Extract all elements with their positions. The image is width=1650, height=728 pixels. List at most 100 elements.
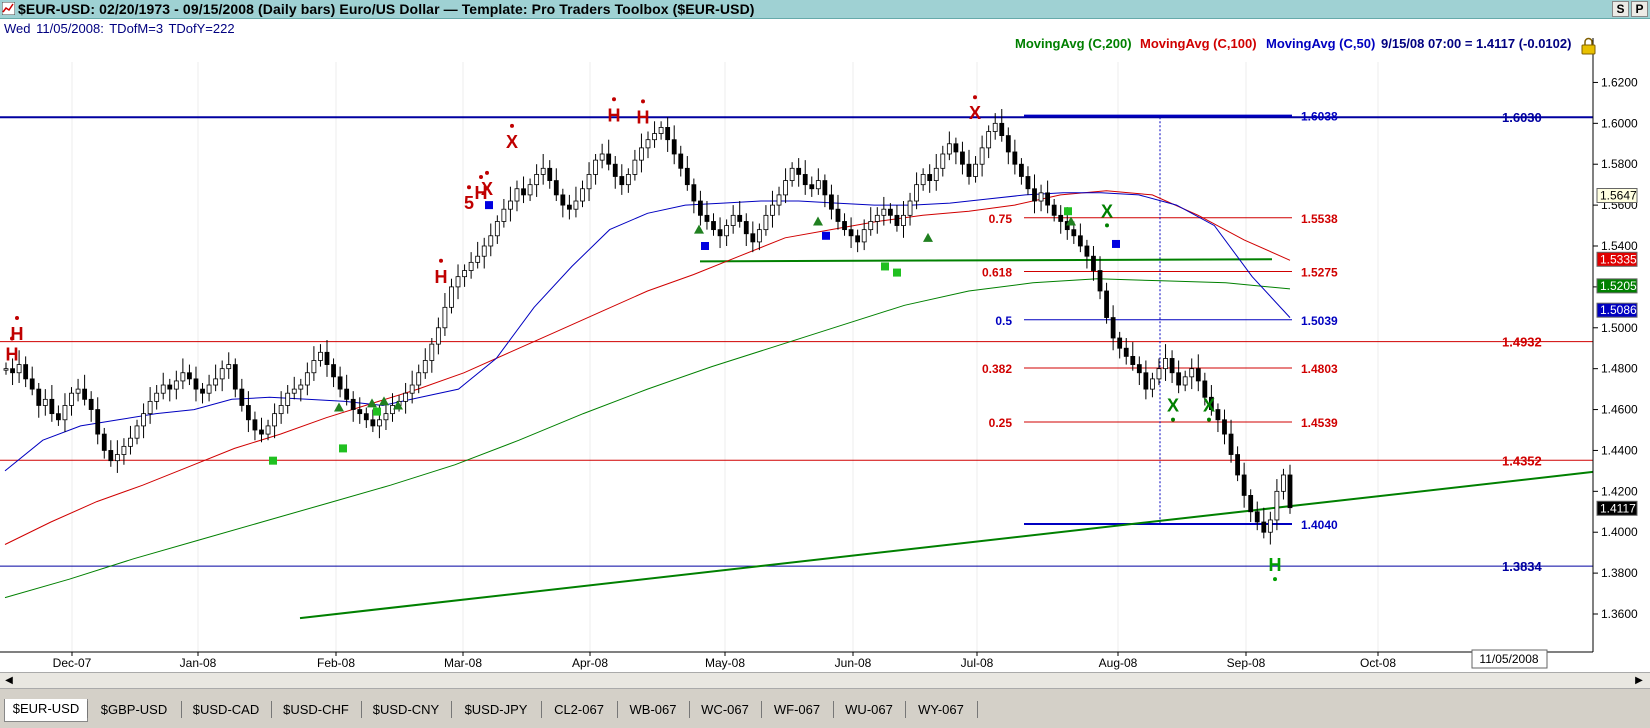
price-bar (1045, 192, 1051, 206)
price-bar (573, 200, 579, 210)
price-bar (1169, 358, 1175, 374)
price-bar (422, 360, 428, 374)
setup-triangle (813, 216, 823, 226)
price-bar (29, 378, 35, 390)
time-tick-label: Jul-08 (961, 656, 994, 670)
price-bar (206, 384, 212, 394)
price-bar (232, 364, 238, 390)
price-bar (822, 180, 828, 196)
price-chart[interactable]: 1.6030 1.4932 1.4352 1.3834 1.6038 0.75 1.553… (0, 19, 1650, 672)
price-bar (1005, 135, 1011, 153)
p-button[interactable]: P (1631, 1, 1648, 17)
fib-ratio: 0.618 (982, 266, 1012, 280)
signal-dot (612, 97, 616, 102)
price-bar (278, 405, 284, 415)
tab-wc-067[interactable]: WC-067 (690, 700, 760, 720)
setup-square-green (373, 407, 381, 416)
price-bar (1123, 347, 1129, 357)
price-bar (639, 147, 644, 161)
price-bar (927, 174, 933, 181)
price-bar (540, 167, 546, 175)
scroll-left-arrow-icon[interactable]: ◀ (2, 674, 16, 687)
scroll-right-arrow-icon[interactable]: ▶ (1632, 674, 1646, 687)
tab-usd-cad[interactable]: $USD-CAD (182, 700, 270, 720)
fib-value-label: 1.4539 (1301, 416, 1338, 430)
tab-wy-067[interactable]: WY-067 (906, 700, 976, 720)
price-bar (1222, 419, 1227, 435)
price-bar (973, 163, 978, 177)
price-bar (776, 194, 782, 206)
setup-square-green (1064, 207, 1072, 216)
price-bar (698, 200, 703, 216)
price-bar (580, 188, 585, 202)
price-bar (344, 388, 350, 400)
price-bar (435, 327, 441, 345)
tab-usd-cny[interactable]: $USD-CNY (362, 700, 450, 720)
price-bar (724, 225, 730, 237)
price-bar (835, 208, 841, 222)
price-bar (95, 409, 101, 435)
price-bar (553, 180, 559, 196)
price-bar (783, 180, 788, 196)
tab-usd-jpy[interactable]: $USD-JPY (452, 700, 540, 720)
fibonacci-levels: 1.6038 0.75 1.5538 0.618 1.5275 0.5 1.5039 0.38… (982, 110, 1338, 532)
info-tdofy: TDofY=222 (168, 21, 235, 36)
price-bar (42, 398, 48, 406)
price-bar (1215, 409, 1221, 421)
price-tick-label: 1.6000 (1601, 116, 1638, 130)
setup-square-blue (701, 242, 709, 250)
setup-square-blue (485, 201, 493, 210)
setup-square-blue (822, 231, 830, 240)
chart-horizontal-scrollbar[interactable]: ◀ ▶ (0, 672, 1650, 689)
price-bar (494, 221, 500, 237)
price-bar (1077, 235, 1083, 247)
tab-wu-067[interactable]: WU-067 (834, 700, 904, 720)
tab-wf-067[interactable]: WF-067 (762, 700, 832, 720)
cursor-info-line: Wed 11/05/2008: TDofM=3 TDofY=222 (4, 21, 237, 36)
price-bar (691, 184, 697, 202)
info-day: Wed (4, 21, 31, 36)
fib-value-label: 1.5538 (1301, 212, 1338, 226)
price-bar (1182, 376, 1188, 386)
price-bar (449, 286, 454, 308)
time-tick-label: Dec-07 (53, 656, 92, 670)
price-bar (1274, 490, 1280, 521)
price-bar (128, 437, 133, 447)
price-bar (887, 208, 893, 216)
price-bar (1032, 188, 1037, 202)
trend-line-long (299, 470, 1594, 620)
price-bar (245, 405, 251, 421)
price-bar (36, 388, 42, 406)
s-button[interactable]: S (1612, 1, 1629, 17)
price-bar (1051, 204, 1057, 216)
price-bar (612, 163, 618, 177)
price-bar (684, 167, 690, 186)
window-title: $EUR-USD: 02/20/1973 - 09/15/2008 (Daily… (18, 1, 755, 17)
price-bar (868, 221, 874, 231)
tab-eur-usd[interactable]: $EUR-USD (4, 699, 88, 722)
fib-ratio: 0.382 (982, 362, 1012, 376)
time-tick-label: May-08 (705, 656, 745, 670)
price-bar (632, 159, 638, 175)
level-label: 1.6030 (1502, 110, 1542, 125)
price-bar (999, 122, 1005, 137)
price-bar (1091, 255, 1096, 271)
price-bar (62, 405, 68, 421)
price-bar (501, 208, 507, 222)
tab-usd-chf[interactable]: $USD-CHF (272, 700, 360, 720)
price-bar (370, 419, 376, 427)
signal-marker: X (1167, 396, 1179, 416)
price-bar (599, 153, 605, 161)
signal-marker: X (969, 103, 981, 123)
price-bar (154, 392, 160, 402)
fib-ratio: 0.5 (995, 314, 1012, 328)
tab-cl2-067[interactable]: CL2-067 (542, 700, 616, 720)
price-bar (1261, 521, 1267, 533)
price-bar (390, 405, 395, 415)
tab-wb-067[interactable]: WB-067 (618, 700, 688, 720)
price-bar (141, 413, 146, 427)
price-bar (737, 214, 743, 222)
price-bar (717, 229, 723, 237)
price-bar (1019, 163, 1024, 177)
tab-gbp-usd[interactable]: $GBP-USD (88, 700, 180, 720)
